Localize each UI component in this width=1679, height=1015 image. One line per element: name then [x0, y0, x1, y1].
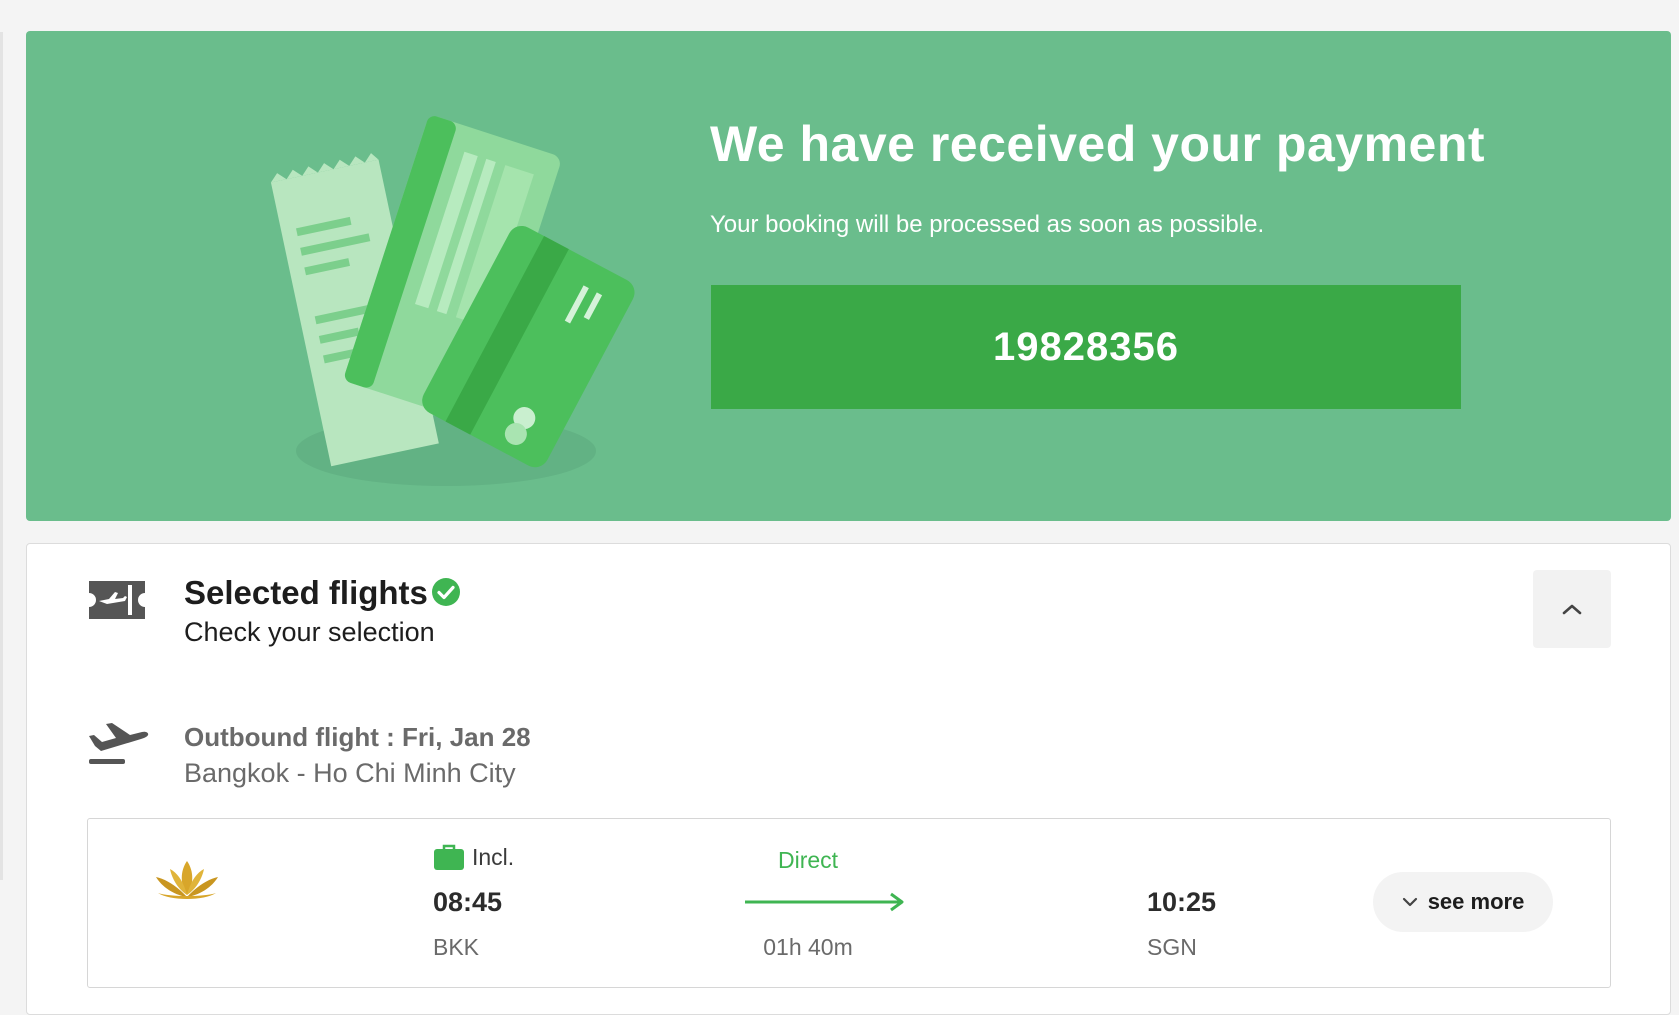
- payment-confirmation-banner: We have received your payment Your booki…: [26, 31, 1671, 521]
- departure-airport-code: BKK: [433, 934, 480, 960]
- outbound-flight-title: Outbound flight : Fri, Jan 28: [184, 722, 531, 752]
- section-subtitle: Check your selection: [184, 617, 435, 647]
- flight-row: Incl. 08:45 BKK Direct 01h 40m 10:25 SGN…: [87, 818, 1611, 988]
- chevron-down-icon: [1402, 897, 1417, 907]
- baggage-icon: [434, 844, 464, 870]
- booking-number-box: 19828356: [711, 285, 1461, 409]
- chevron-up-icon: [1562, 604, 1582, 615]
- selected-flights-card: Selected flights Check your selection Ou…: [26, 543, 1671, 1015]
- see-more-label: see more: [1427, 889, 1525, 914]
- lotus-logo: [156, 861, 218, 899]
- banner-subtitle: Your booking will be processed as soon a…: [710, 211, 1265, 238]
- collapse-button[interactable]: [1533, 570, 1611, 648]
- left-panel-edge: [0, 32, 3, 880]
- see-more-button[interactable]: see more: [1373, 872, 1553, 932]
- arrival-airport-code: SGN: [1147, 934, 1197, 960]
- banner-title: We have received your payment: [710, 116, 1486, 172]
- route-arrow-icon: [745, 892, 904, 912]
- takeoff-icon: [89, 723, 149, 764]
- section-title: Selected flights: [184, 574, 428, 611]
- tickets-and-card-illustration: [270, 116, 635, 486]
- ticket-icon: [89, 581, 145, 619]
- stops-label: Direct: [777, 847, 839, 873]
- booking-number: 19828356: [993, 324, 1179, 369]
- baggage-label: Incl.: [472, 844, 515, 870]
- check-circle-icon: [432, 578, 460, 606]
- arrival-time: 10:25: [1147, 887, 1217, 917]
- flight-duration: 01h 40m: [763, 934, 853, 960]
- outbound-route: Bangkok - Ho Chi Minh City: [184, 758, 516, 788]
- departure-time: 08:45: [433, 887, 503, 917]
